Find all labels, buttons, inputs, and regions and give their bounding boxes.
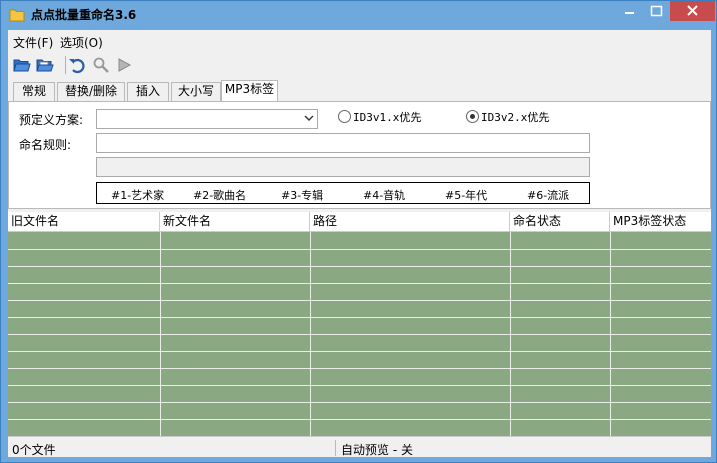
table-row — [8, 283, 711, 284]
tag-artist[interactable]: #1-艺术家 — [111, 187, 164, 203]
tab-strip: 常规 替换/删除 插入 大小写 MP3标签 — [8, 80, 711, 102]
rule-label: 命名规则: — [19, 138, 72, 152]
column-divider — [510, 232, 511, 436]
play-icon[interactable] — [115, 56, 133, 74]
tab-case[interactable]: 大小写 — [171, 82, 221, 101]
auto-preview-status: 自动预览 - 关 — [341, 443, 413, 457]
app-window: 点点批量重命名3.6 文件(F) 选项(O) 常规 替换/删除 插入 大小写 M… — [0, 0, 717, 463]
tag-year[interactable]: #5-年代 — [445, 187, 487, 203]
client-area: 文件(F) 选项(O) 常规 替换/删除 插入 大小写 MP3标签 预定义方案:… — [8, 30, 711, 457]
tag-album[interactable]: #3-专辑 — [281, 187, 323, 203]
tab-replace-delete[interactable]: 替换/删除 — [57, 82, 125, 101]
column-divider — [310, 232, 311, 436]
menu-options[interactable]: 选项(O) — [60, 34, 103, 51]
tab-mp3-tags[interactable]: MP3标签 — [221, 80, 278, 102]
toolbar — [8, 52, 711, 78]
table-row — [8, 317, 711, 318]
preview-field — [96, 157, 590, 177]
mp3-tag-panel: 预定义方案: ID3v1.x优先 ID3v2.x优先 命名规则: #1-艺术家 … — [8, 101, 711, 209]
preset-label: 预定义方案: — [19, 113, 84, 127]
undo-icon[interactable] — [68, 56, 86, 74]
table-row — [8, 300, 711, 301]
chevron-down-icon — [304, 115, 314, 121]
table-row — [8, 419, 711, 420]
menu-file[interactable]: 文件(F) — [13, 34, 53, 51]
tab-general[interactable]: 常规 — [13, 82, 55, 101]
col-path[interactable]: 路径 — [310, 212, 510, 232]
status-bar: 0个文件 自动预览 - 关 — [8, 436, 711, 457]
col-new-name[interactable]: 新文件名 — [160, 212, 310, 232]
col-mp3-status[interactable]: MP3标签状态 — [610, 212, 711, 232]
minimize-icon — [625, 12, 634, 14]
folder-icon — [9, 9, 25, 22]
file-list[interactable]: 旧文件名 新文件名 路径 命名状态 MP3标签状态 — [8, 212, 711, 436]
close-icon — [687, 5, 698, 16]
table-row — [8, 385, 711, 386]
menu-bar: 文件(F) 选项(O) — [8, 30, 711, 52]
maximize-button[interactable] — [643, 1, 670, 21]
table-row — [8, 402, 711, 403]
id3v1-label: ID3v1.x优先 — [353, 111, 422, 124]
title-bar[interactable]: 点点批量重命名3.6 — [1, 1, 716, 29]
table-row — [8, 334, 711, 335]
tag-genre[interactable]: #6-流派 — [527, 187, 569, 203]
column-divider — [160, 232, 161, 436]
search-icon[interactable] — [92, 56, 110, 74]
file-count: 0个文件 — [12, 443, 56, 457]
file-list-header: 旧文件名 新文件名 路径 命名状态 MP3标签状态 — [8, 212, 711, 232]
col-rename-status[interactable]: 命名状态 — [510, 212, 610, 232]
close-button[interactable] — [670, 1, 715, 21]
tag-token-box: #1-艺术家 #2-歌曲名 #3-专辑 #4-音轨 #5-年代 #6-流派 — [96, 182, 590, 204]
tab-insert[interactable]: 插入 — [127, 82, 169, 101]
minimize-button[interactable] — [616, 1, 643, 21]
tag-song-title[interactable]: #2-歌曲名 — [193, 187, 246, 203]
table-row — [8, 351, 711, 352]
open-folder-icon[interactable] — [13, 56, 31, 74]
status-separator — [335, 440, 336, 456]
tag-track[interactable]: #4-音轨 — [363, 187, 405, 203]
window-title: 点点批量重命名3.6 — [31, 8, 137, 22]
preset-combo[interactable] — [96, 109, 318, 129]
table-row — [8, 266, 711, 267]
id3v1-radio[interactable] — [338, 110, 351, 123]
toolbar-separator — [65, 56, 66, 74]
table-row — [8, 249, 711, 250]
table-row — [8, 368, 711, 369]
id3v2-label: ID3v2.x优先 — [481, 111, 550, 124]
column-divider — [610, 232, 611, 436]
rule-input[interactable] — [96, 133, 590, 153]
col-old-name[interactable]: 旧文件名 — [8, 212, 160, 232]
maximize-icon — [650, 5, 663, 17]
open-files-icon[interactable] — [36, 56, 54, 74]
id3v2-radio[interactable] — [466, 110, 479, 123]
